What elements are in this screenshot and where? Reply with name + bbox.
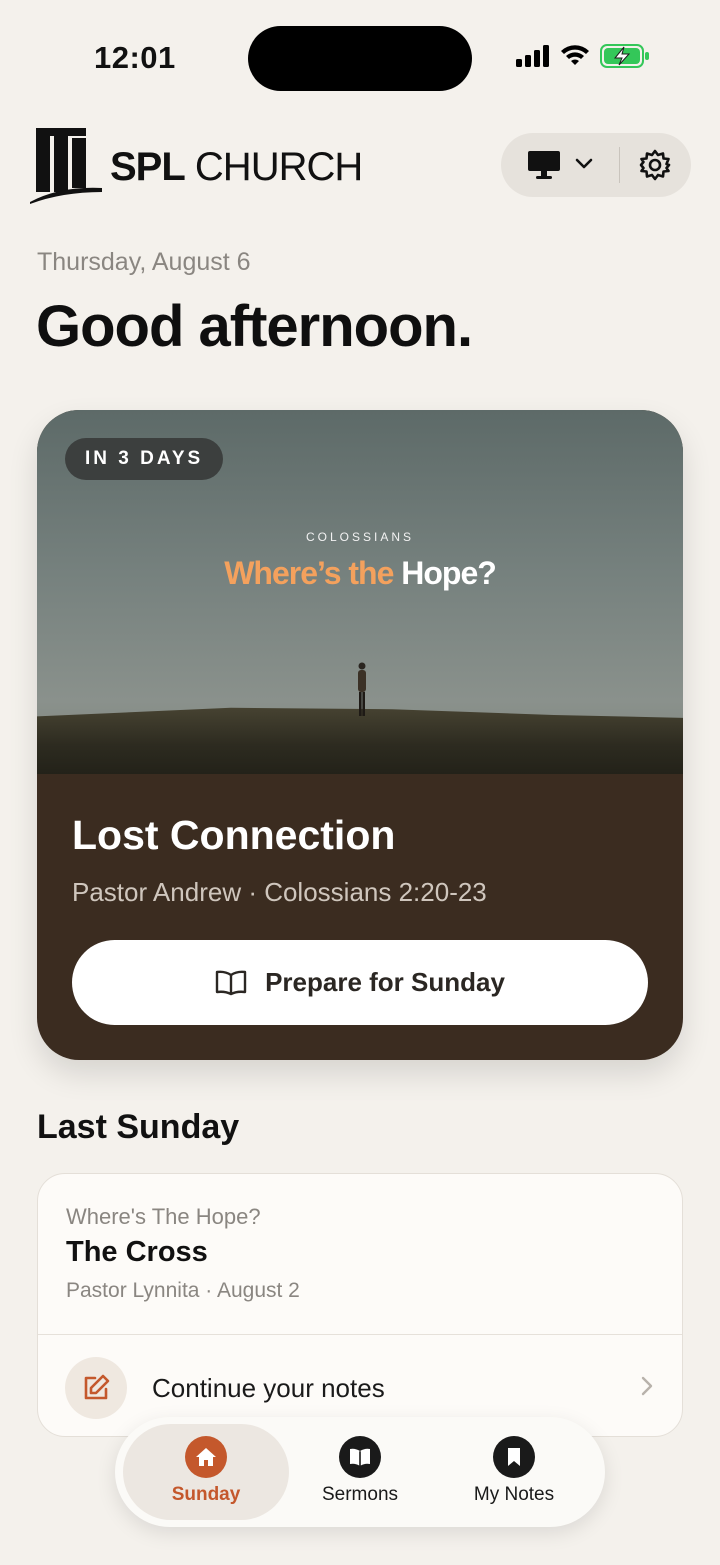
last-sunday-card[interactable]: Where's The Hope? The Cross Pastor Lynni… bbox=[37, 1173, 683, 1437]
prepare-for-sunday-button[interactable]: Prepare for Sunday bbox=[72, 940, 648, 1025]
tab-my-notes[interactable]: My Notes bbox=[431, 1424, 597, 1520]
tab-label-sunday: Sunday bbox=[171, 1484, 241, 1505]
sermon-meta: Pastor Andrew · Colossians 2:20-23 bbox=[72, 877, 487, 907]
notes-icon-wrap bbox=[65, 1357, 127, 1419]
bookmark-icon bbox=[508, 1448, 520, 1466]
wifi-icon bbox=[561, 45, 589, 65]
gear-icon bbox=[639, 149, 671, 181]
upcoming-sermon-card[interactable]: IN 3 DAYS COLOSSIANS Where’s the Hope? L… bbox=[37, 410, 683, 1060]
logo-mark-icon bbox=[30, 128, 102, 204]
header-actions bbox=[501, 133, 691, 197]
open-book-icon bbox=[215, 970, 247, 995]
logo-text: SPL CHURCH bbox=[110, 144, 363, 190]
last-series: Where's The Hope? bbox=[66, 1204, 261, 1229]
battery-charging-icon bbox=[600, 44, 649, 68]
series-label: COLOSSIANS bbox=[305, 530, 415, 544]
book-icon bbox=[350, 1448, 370, 1466]
series-title-part1: Where’s the bbox=[224, 555, 394, 591]
tab-label-my-notes: My Notes bbox=[473, 1484, 555, 1505]
tab-label-sermons: Sermons bbox=[321, 1484, 399, 1505]
signal-icon bbox=[516, 45, 549, 67]
continue-notes-label: Continue your notes bbox=[152, 1373, 385, 1403]
church-logo[interactable]: SPL CHURCH bbox=[30, 124, 363, 204]
home-screen: 12:01 SPL CHURCH Thursday, August 6 Good… bbox=[0, 0, 720, 1565]
sermon-title: Lost Connection bbox=[72, 812, 396, 858]
status-time: 12:01 bbox=[94, 40, 176, 75]
tab-icon-bg bbox=[185, 1436, 227, 1478]
person-silhouette-icon bbox=[358, 662, 366, 716]
chevron-right-icon bbox=[641, 1376, 653, 1396]
series-title-part2: Hope? bbox=[401, 555, 497, 591]
current-date: Thursday, August 6 bbox=[37, 248, 251, 276]
logo-text-regular: CHURCH bbox=[194, 144, 363, 189]
tab-sermons[interactable]: Sermons bbox=[277, 1424, 443, 1520]
prepare-button-label: Prepare for Sunday bbox=[265, 967, 505, 997]
last-sermon-title: The Cross bbox=[66, 1236, 208, 1268]
dynamic-island bbox=[248, 26, 472, 91]
greeting-heading: Good afternoon. bbox=[36, 294, 473, 359]
display-mode-button[interactable] bbox=[527, 149, 593, 179]
home-icon bbox=[196, 1448, 216, 1466]
pill-divider bbox=[619, 147, 620, 183]
last-sermon-meta: Pastor Lynnita · August 2 bbox=[66, 1279, 300, 1302]
logo-text-bold: SPL bbox=[110, 144, 186, 189]
series-title: Where’s the Hope? bbox=[37, 555, 683, 592]
status-icons bbox=[516, 44, 650, 68]
edit-note-icon bbox=[84, 1374, 110, 1400]
settings-button[interactable] bbox=[639, 149, 671, 186]
chevron-down-icon bbox=[575, 158, 593, 169]
tab-sunday[interactable]: Sunday bbox=[123, 1424, 289, 1520]
tab-icon-bg bbox=[339, 1436, 381, 1478]
countdown-badge: IN 3 DAYS bbox=[65, 438, 224, 480]
monitor-icon bbox=[528, 151, 560, 179]
tab-bar: Sunday Sermons My Notes bbox=[115, 1417, 605, 1527]
last-sunday-heading: Last Sunday bbox=[37, 1108, 240, 1146]
sermon-artwork: IN 3 DAYS COLOSSIANS Where’s the Hope? bbox=[37, 410, 683, 774]
tab-icon-bg bbox=[493, 1436, 535, 1478]
